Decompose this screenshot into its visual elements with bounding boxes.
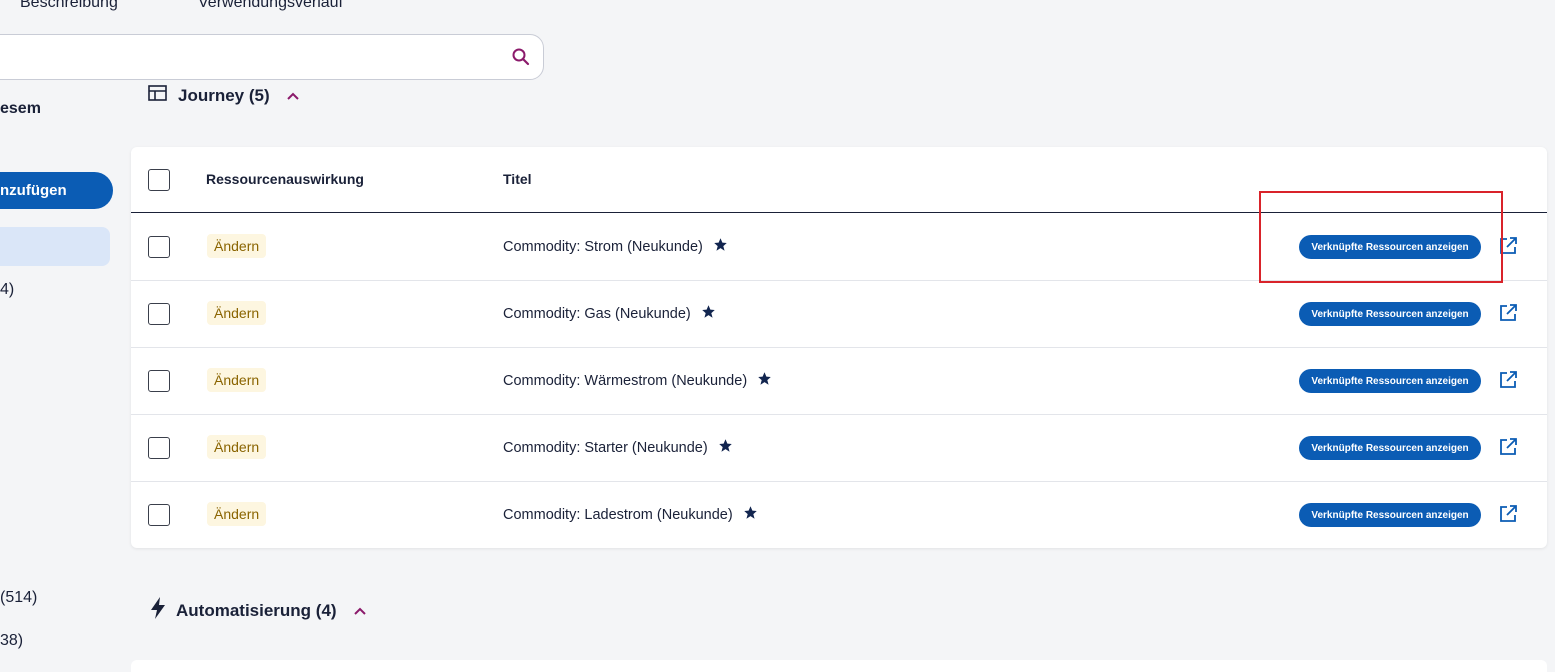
automation-table (131, 660, 1547, 672)
chevron-up-icon[interactable] (353, 601, 367, 621)
sidebar-item-active[interactable] (0, 227, 110, 266)
tab-beschreibung[interactable]: Beschreibung (20, 0, 118, 12)
star-icon[interactable] (718, 438, 733, 457)
row-checkbox[interactable] (148, 236, 170, 258)
star-icon[interactable] (701, 304, 716, 323)
row-title-text: Commodity: Wärmestrom (Neukunde) (503, 372, 748, 389)
table-row: Ändern Commodity: Wärmestrom (Neukunde) … (131, 348, 1547, 415)
highlight-box (1259, 191, 1503, 283)
show-linked-resources-button[interactable]: Verknüpfte Ressourcen anzeigen (1299, 503, 1481, 527)
lightning-icon (150, 597, 166, 624)
search-input[interactable] (0, 35, 481, 79)
add-button[interactable]: nzufügen (0, 172, 113, 209)
show-linked-resources-button[interactable]: Verknüpfte Ressourcen anzeigen (1299, 436, 1481, 460)
search-icon[interactable] (511, 47, 531, 72)
chevron-up-icon[interactable] (286, 86, 300, 106)
impact-badge: Ändern (207, 368, 267, 392)
column-header-title[interactable]: Titel (503, 171, 532, 187)
external-link-icon[interactable] (1498, 370, 1518, 395)
automation-section-header[interactable]: Automatisierung (4) (150, 597, 367, 624)
sidebar-heading: esem (0, 100, 41, 117)
journey-section-header[interactable]: Journey (5) (148, 84, 300, 107)
external-link-icon[interactable] (1498, 303, 1518, 328)
impact-badge: Ändern (207, 502, 267, 526)
journey-section-title: Journey (5) (178, 85, 270, 105)
row-title: Commodity: Strom (Neukunde) (503, 237, 728, 256)
row-title-text: Commodity: Strom (Neukunde) (503, 238, 703, 255)
row-title: Commodity: Gas (Neukunde) (503, 304, 716, 323)
show-linked-resources-button[interactable]: Verknüpfte Ressourcen anzeigen (1299, 302, 1481, 326)
column-header-impact[interactable]: Ressourcenauswirkung (206, 171, 364, 187)
row-title: Commodity: Wärmestrom (Neukunde) (503, 371, 772, 390)
sidebar-item-count[interactable]: 38) (0, 632, 23, 650)
table-row: Ändern Commodity: Gas (Neukunde) Verknüp… (131, 281, 1547, 348)
select-all-checkbox[interactable] (148, 169, 170, 191)
row-title-text: Commodity: Ladestrom (Neukunde) (503, 506, 733, 523)
row-title: Commodity: Starter (Neukunde) (503, 438, 733, 457)
star-icon[interactable] (757, 371, 772, 390)
show-linked-resources-button[interactable]: Verknüpfte Ressourcen anzeigen (1299, 369, 1481, 393)
impact-badge: Ändern (207, 301, 267, 325)
impact-badge: Ändern (207, 435, 267, 459)
star-icon[interactable] (743, 505, 758, 524)
row-checkbox[interactable] (148, 370, 170, 392)
journey-icon (148, 84, 168, 107)
tab-verwendungsverlauf[interactable]: Verwendungsverlauf (198, 0, 343, 12)
row-checkbox[interactable] (148, 303, 170, 325)
row-title-text: Commodity: Gas (Neukunde) (503, 305, 691, 322)
sidebar-item-count[interactable]: (514) (0, 589, 37, 607)
external-link-icon[interactable] (1498, 504, 1518, 529)
row-checkbox[interactable] (148, 504, 170, 526)
external-link-icon[interactable] (1498, 437, 1518, 462)
search-box (0, 34, 544, 80)
impact-badge: Ändern (207, 234, 267, 258)
row-checkbox[interactable] (148, 437, 170, 459)
table-row: Ändern Commodity: Ladestrom (Neukunde) V… (131, 482, 1547, 549)
star-icon[interactable] (713, 237, 728, 256)
automation-section-title: Automatisierung (4) (176, 600, 337, 620)
sidebar-item-count[interactable]: 4) (0, 281, 14, 299)
row-title-text: Commodity: Starter (Neukunde) (503, 439, 708, 456)
table-row: Ändern Commodity: Starter (Neukunde) Ver… (131, 415, 1547, 482)
row-title: Commodity: Ladestrom (Neukunde) (503, 505, 758, 524)
